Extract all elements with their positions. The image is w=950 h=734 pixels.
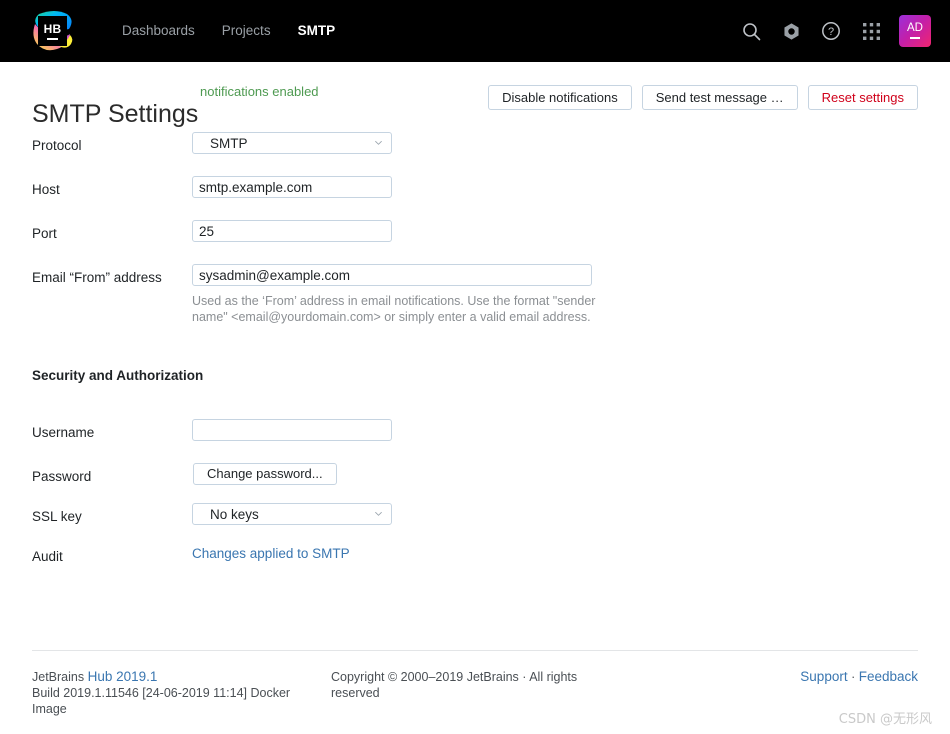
footer-vendor: JetBrains bbox=[32, 670, 85, 684]
avatar-underscore bbox=[910, 36, 920, 39]
gear-icon[interactable] bbox=[776, 16, 806, 46]
protocol-label: Protocol bbox=[32, 138, 82, 153]
ssl-key-label: SSL key bbox=[32, 509, 82, 524]
form-section-security: Security and Authorization bbox=[32, 368, 918, 419]
smtp-settings-form: Protocol SMTP Host Port bbox=[32, 132, 918, 583]
help-icon[interactable]: ? bbox=[816, 16, 846, 46]
form-row-ssl-key: SSL key No keys bbox=[32, 503, 918, 543]
hub-logo-underscore bbox=[47, 38, 58, 40]
protocol-select-value[interactable]: SMTP bbox=[192, 132, 392, 154]
email-from-help-text: Used as the ‘From’ address in email noti… bbox=[192, 294, 596, 324]
form-row-protocol: Protocol SMTP bbox=[32, 132, 918, 176]
apps-grid-icon[interactable] bbox=[856, 16, 886, 46]
audit-label: Audit bbox=[32, 549, 63, 564]
ssl-key-select-value[interactable]: No keys bbox=[192, 503, 392, 525]
header-actions: ? AD bbox=[726, 0, 950, 62]
footer-support-link[interactable]: Support bbox=[800, 669, 847, 684]
form-row-host: Host bbox=[32, 176, 918, 220]
password-label: Password bbox=[32, 469, 92, 484]
change-password-button[interactable]: Change password... bbox=[193, 463, 337, 485]
footer-copyright: Copyright © 2000–2019 JetBrains · All ri… bbox=[331, 670, 578, 700]
form-row-audit: Audit Changes applied to SMTP bbox=[32, 543, 918, 583]
host-label: Host bbox=[32, 182, 60, 197]
main-nav: Dashboards Projects SMTP bbox=[122, 0, 335, 62]
port-label: Port bbox=[32, 226, 57, 241]
ssl-key-select[interactable]: No keys bbox=[192, 503, 392, 525]
notifications-status-badge: notifications enabled bbox=[200, 84, 319, 99]
protocol-select[interactable]: SMTP bbox=[192, 132, 392, 154]
nav-item-smtp[interactable]: SMTP bbox=[298, 0, 336, 62]
footer-link-separator: · bbox=[847, 670, 859, 684]
reset-settings-button[interactable]: Reset settings bbox=[807, 85, 918, 110]
page-footer: JetBrains Hub 2019.1 Build 2019.1.11546 … bbox=[32, 669, 918, 725]
nav-item-projects[interactable]: Projects bbox=[222, 0, 271, 62]
disable-notifications-button[interactable]: Disable notifications bbox=[488, 85, 632, 110]
search-icon[interactable] bbox=[736, 16, 766, 46]
watermark: CSDN @无形风 bbox=[838, 712, 932, 727]
footer-build-info: Build 2019.1.11546 [24-06-2019 11:14] Do… bbox=[32, 686, 291, 716]
host-input[interactable] bbox=[192, 176, 392, 198]
nav-item-dashboards[interactable]: Dashboards bbox=[122, 0, 195, 62]
hub-logo-square: HB bbox=[38, 16, 67, 46]
page-title: SMTP Settings bbox=[32, 99, 199, 128]
port-input[interactable] bbox=[192, 220, 392, 242]
avatar-initials: AD bbox=[907, 22, 923, 35]
form-row-port: Port bbox=[32, 220, 918, 264]
username-label: Username bbox=[32, 425, 95, 440]
email-from-label: Email “From” address bbox=[32, 270, 162, 285]
hub-logo[interactable]: HB bbox=[29, 8, 75, 54]
audit-changes-link[interactable]: Changes applied to SMTP bbox=[192, 546, 350, 561]
avatar[interactable]: AD bbox=[899, 15, 931, 47]
form-row-username: Username bbox=[32, 419, 918, 463]
form-row-password: Password Change password... bbox=[32, 463, 918, 503]
send-test-message-button[interactable]: Send test message … bbox=[641, 85, 798, 110]
form-row-email-from: Email “From” address Used as the ‘From’ … bbox=[32, 264, 918, 368]
page-actions: Disable notifications Send test message … bbox=[478, 85, 918, 110]
footer-divider bbox=[32, 650, 918, 651]
hub-logo-text: HB bbox=[43, 22, 62, 36]
footer-links: Support · Feedback bbox=[800, 669, 918, 685]
page-header: SMTP Settings notifications enabled Disa… bbox=[32, 80, 918, 128]
email-from-input[interactable] bbox=[192, 264, 592, 286]
footer-feedback-link[interactable]: Feedback bbox=[859, 669, 918, 684]
footer-product-link[interactable]: Hub 2019.1 bbox=[88, 669, 158, 684]
smtp-settings-page: HB Dashboards Projects SMTP ? AD SMTP Se… bbox=[0, 0, 950, 734]
username-input[interactable] bbox=[192, 419, 392, 441]
footer-product-info: JetBrains Hub 2019.1 Build 2019.1.11546 … bbox=[32, 669, 327, 717]
svg-text:?: ? bbox=[828, 26, 834, 38]
top-navigation-bar: HB Dashboards Projects SMTP ? AD bbox=[0, 0, 950, 62]
security-section-heading: Security and Authorization bbox=[32, 368, 204, 383]
